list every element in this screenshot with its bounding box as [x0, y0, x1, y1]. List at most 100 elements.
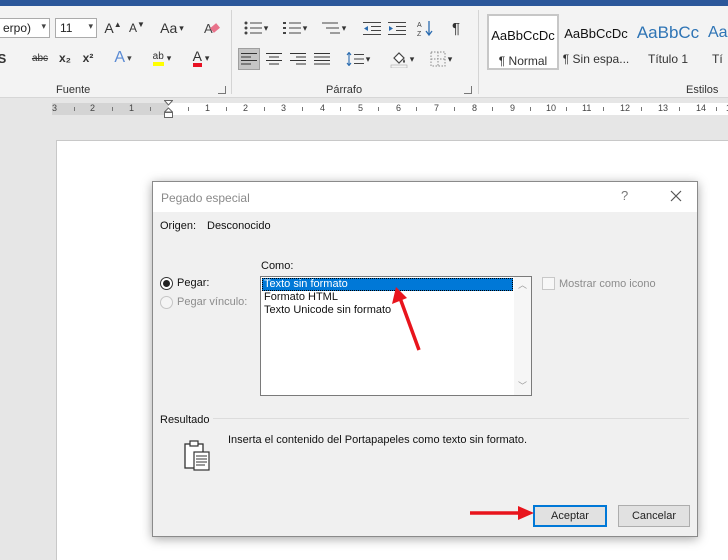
format-option[interactable]: Texto sin formato: [262, 278, 513, 291]
numbering-button[interactable]: ▾: [279, 18, 311, 38]
ruler-tick: [112, 107, 113, 111]
ruler-number: 7: [434, 103, 440, 113]
svg-text:Z: Z: [417, 31, 422, 37]
grow-font-button[interactable]: A ▲: [103, 18, 123, 38]
ruler-number: 1: [205, 103, 211, 113]
align-left-button[interactable]: [238, 48, 260, 70]
align-right-button[interactable]: [287, 48, 309, 70]
sort-button[interactable]: AZ: [416, 18, 436, 38]
font-size-combo[interactable]: 11 ▾: [55, 18, 97, 38]
grow-font-icon: A: [104, 20, 114, 36]
sort-icon: AZ: [417, 21, 433, 37]
ribbon-separator: [231, 10, 232, 94]
line-spacing-button[interactable]: ▾: [342, 48, 374, 70]
ruler-tick: [378, 107, 379, 111]
bullets-button[interactable]: ▾: [240, 18, 272, 38]
show-as-icon-checkbox[interactable]: [542, 277, 555, 290]
shrink-font-arrow-icon: ▼: [137, 19, 145, 29]
paste-link-radio-label[interactable]: Pegar vínculo:: [177, 296, 247, 308]
ruler-tick: [150, 107, 151, 111]
scroll-down-icon[interactable]: ﹀: [518, 379, 527, 392]
format-option[interactable]: Texto Unicode sin formato: [262, 304, 513, 317]
increase-indent-button[interactable]: [387, 18, 407, 38]
style-name: Tí: [712, 52, 723, 66]
result-label: Resultado: [160, 414, 210, 426]
chevron-down-icon: ▾: [204, 52, 210, 63]
ruler-tick: [264, 107, 265, 111]
ruler-tick: [603, 107, 604, 111]
style-normal[interactable]: AaBbCcDc ¶ Normal: [487, 14, 559, 70]
paste-link-radio[interactable]: [160, 296, 173, 309]
style-no-spacing[interactable]: AaBbCcDc ¶ Sin espa...: [560, 14, 632, 70]
shrink-font-icon: A: [129, 21, 138, 35]
clear-formatting-button[interactable]: A: [200, 18, 222, 38]
change-case-button[interactable]: Aa ▾: [155, 18, 189, 38]
strikethrough-button[interactable]: abc: [28, 48, 52, 68]
grow-font-arrow-icon: ▲: [113, 19, 122, 29]
ruler[interactable]: 3 2 1 1 2 3 4 5 6 7 8 9 10 11 12 13 14 1…: [0, 98, 728, 120]
ruler-number: 9: [510, 103, 516, 113]
superscript-button[interactable]: x²: [79, 48, 97, 68]
paragraph-dialog-launcher[interactable]: [464, 86, 472, 94]
result-divider: [213, 418, 689, 419]
shrink-font-button[interactable]: A ▼: [127, 18, 147, 38]
font-color-button[interactable]: A ▾: [184, 48, 218, 68]
style-name: ¶ Normal: [498, 54, 548, 68]
ruler-tick: [302, 107, 303, 111]
align-center-button[interactable]: [263, 48, 285, 70]
align-left-icon: [241, 53, 257, 65]
font-name-combo[interactable]: erpo) ▾: [0, 18, 50, 38]
superscript-icon: x²: [82, 51, 94, 65]
chevron-down-icon: ▾: [302, 22, 308, 33]
style-sample: AaBbCcDc: [564, 26, 628, 41]
ruler-number: 5: [358, 103, 364, 113]
indent-marker[interactable]: [163, 100, 174, 118]
paste-radio[interactable]: [160, 277, 173, 290]
font-size-value: 11: [60, 21, 73, 35]
ruler-number: 3: [52, 103, 58, 113]
text-effects-icon: A: [114, 49, 126, 66]
style-heading-2[interactable]: Aa Tí: [704, 14, 728, 70]
ruler-number: 1: [129, 103, 135, 113]
bold-button[interactable]: S: [0, 48, 10, 68]
paint-bucket-icon: [390, 52, 407, 68]
scroll-up-icon[interactable]: ︿: [518, 278, 527, 291]
close-button[interactable]: [665, 186, 687, 206]
dialog-titlebar[interactable]: Pegado especial ?: [153, 182, 697, 212]
paste-radio-label[interactable]: Pegar:: [177, 277, 209, 289]
ruler-number: 8: [472, 103, 478, 113]
text-effects-button[interactable]: A ▾: [108, 48, 138, 68]
dialog-title: Pegado especial: [161, 191, 250, 205]
chevron-down-icon: ▾: [447, 53, 453, 64]
font-color-icon: A: [192, 49, 202, 67]
help-button[interactable]: ?: [621, 188, 628, 203]
ruler-tick: [641, 107, 642, 111]
ruler-number: 2: [90, 103, 96, 113]
format-option[interactable]: Formato HTML: [262, 291, 513, 304]
style-heading-1[interactable]: AaBbCc Título 1: [632, 14, 704, 70]
show-marks-button[interactable]: ¶: [446, 18, 466, 38]
chevron-down-icon: ▾: [409, 53, 415, 64]
style-sample: AaBbCcDc: [491, 28, 555, 43]
close-icon: [670, 190, 682, 202]
show-as-icon-label[interactable]: Mostrar como icono: [559, 278, 656, 290]
ruler-number: 13: [658, 103, 669, 113]
listbox-scrollbar[interactable]: ︿ ﹀: [514, 277, 531, 395]
style-sample: AaBbCc: [636, 23, 700, 42]
decrease-indent-button[interactable]: [362, 18, 382, 38]
subscript-button[interactable]: x₂: [56, 48, 74, 68]
highlight-button[interactable]: ab ▾: [145, 48, 179, 68]
cancel-button[interactable]: Cancelar: [618, 505, 690, 527]
justify-button[interactable]: [311, 48, 333, 70]
font-dialog-launcher[interactable]: [218, 86, 226, 94]
shading-button[interactable]: ▾: [386, 48, 418, 70]
justify-icon: [314, 53, 330, 65]
borders-button[interactable]: ▾: [425, 48, 457, 70]
format-listbox[interactable]: Texto sin formato Formato HTML Texto Uni…: [260, 276, 532, 396]
ok-button[interactable]: Aceptar: [533, 505, 607, 527]
paste-special-dialog: Pegado especial ? Origen: Desconocido Co…: [152, 181, 698, 537]
ruler-tick: [492, 107, 493, 111]
multilevel-list-button[interactable]: ▾: [318, 18, 350, 38]
style-name: ¶ Sin espa...: [562, 52, 630, 66]
ruler-tick: [74, 107, 75, 111]
